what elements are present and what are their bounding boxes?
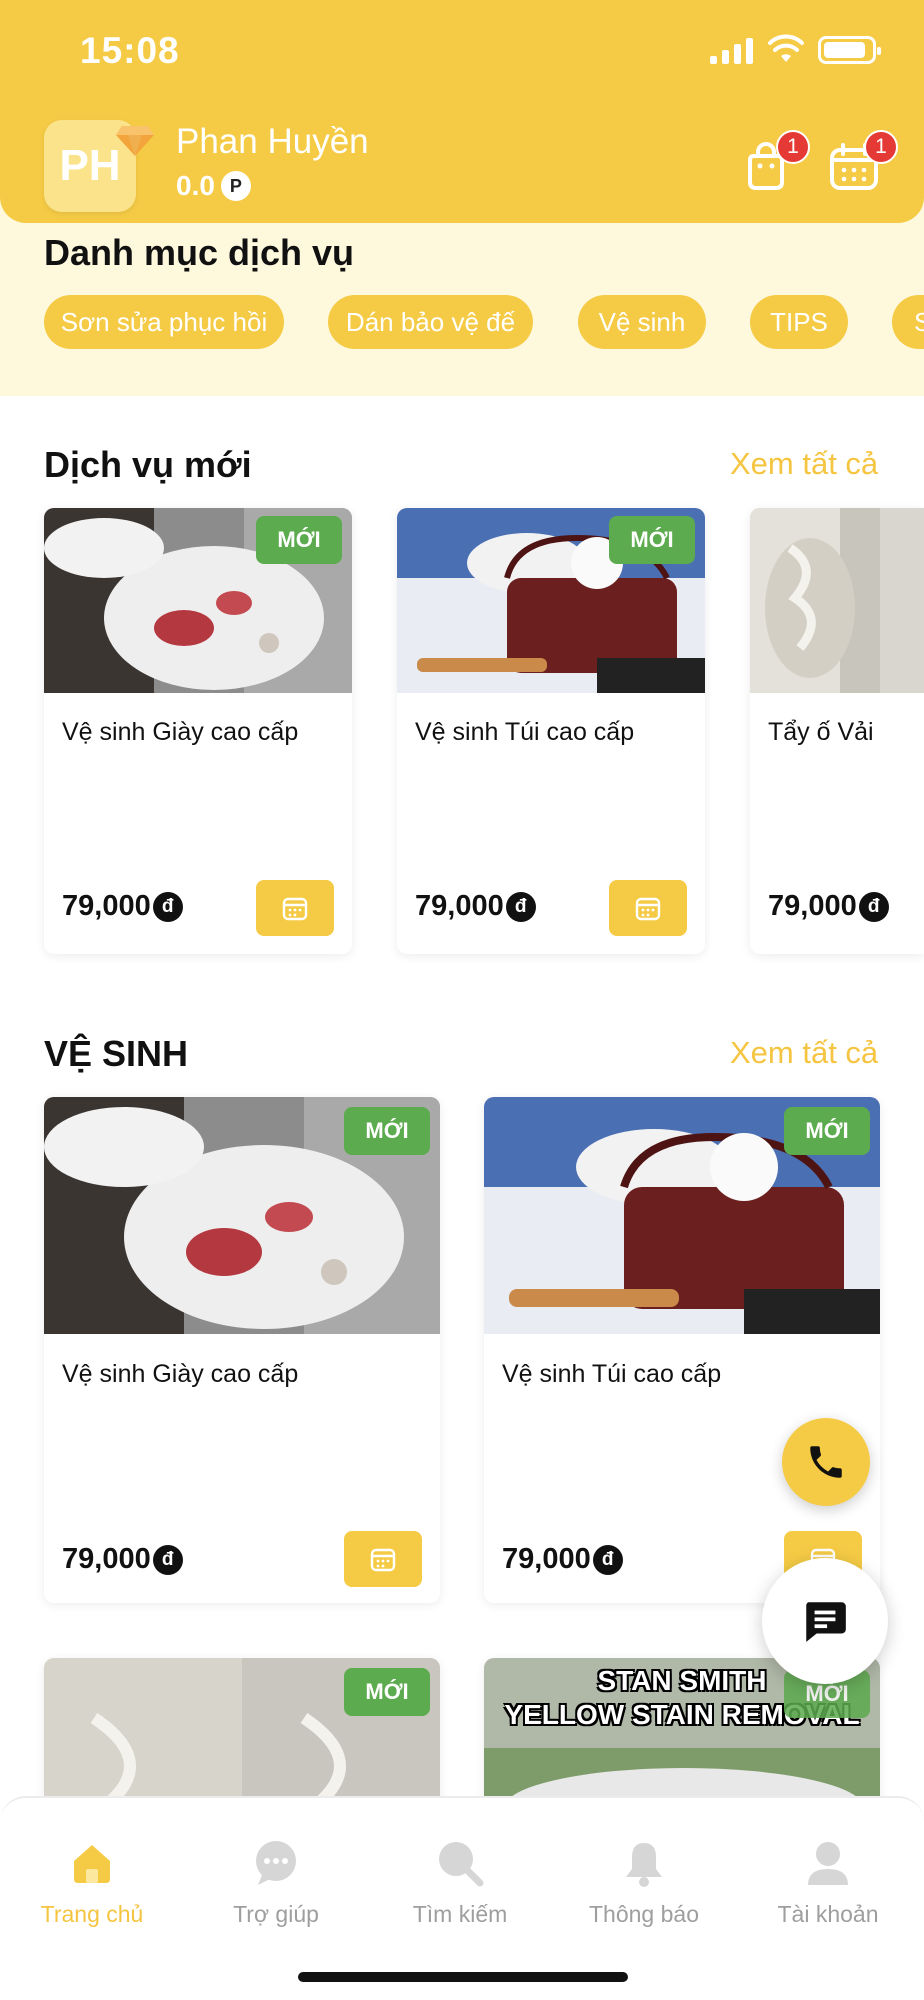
calendar-icon [635, 897, 661, 921]
message-icon [806, 1602, 846, 1642]
app-header: 15:08 PH Phan Huyền 0.0 P 1 1 [0, 0, 924, 223]
home-icon [74, 1845, 110, 1883]
price-value: 79,000 [768, 890, 857, 922]
service-name: Tẩy ố Vải [768, 718, 874, 746]
chat-button[interactable] [762, 1558, 888, 1684]
cleaning-see-all-link[interactable]: Xem tất cả [730, 1035, 878, 1071]
category-chip-cleaning[interactable]: Vệ sinh [578, 295, 706, 349]
service-price: 79,000 đ [62, 890, 183, 923]
nav-account[interactable]: Tài khoản [736, 1798, 920, 1928]
service-name: Vệ sinh Giày cao cấp [62, 718, 299, 746]
points-value: 0.0 [176, 170, 215, 201]
phone-icon [810, 1446, 842, 1478]
home-indicator [298, 1972, 628, 1982]
nav-search[interactable]: Tìm kiếm [368, 1798, 552, 1928]
call-button[interactable] [782, 1418, 870, 1506]
status-time: 15:08 [80, 30, 180, 71]
service-price: 79,000 đ [415, 890, 536, 923]
battery-icon [818, 36, 881, 64]
book-button[interactable] [609, 880, 687, 936]
search-icon [439, 1842, 484, 1887]
new-services-title: Dịch vụ mới [44, 444, 252, 485]
service-price: 79,000 đ [502, 1543, 623, 1576]
cleaning-section-title: VỆ SINH [44, 1033, 189, 1074]
book-button[interactable] [256, 880, 334, 936]
service-name: Vệ sinh Túi cao cấp [502, 1360, 722, 1388]
wifi-icon [768, 34, 804, 62]
calendar-icon [282, 897, 308, 921]
nav-label: Trợ giúp [233, 1901, 319, 1927]
service-name: Vệ sinh Túi cao cấp [415, 718, 635, 746]
new-tag: MỚI [344, 1668, 430, 1716]
currency-icon: đ [152, 1544, 183, 1575]
nav-notifications[interactable]: Thông báo [552, 1798, 736, 1928]
nav-label: Thông báo [589, 1901, 699, 1927]
category-title: Danh mục dịch vụ [44, 232, 355, 273]
nav-label: Trang chủ [40, 1901, 144, 1927]
nav-label: Tài khoản [777, 1901, 879, 1927]
new-services-see-all-link[interactable]: Xem tất cả [730, 446, 878, 482]
bell-icon [626, 1843, 662, 1887]
bottom-navigation: Trang chủ Trợ giúp Tìm kiếm Thông báo Tà… [0, 1796, 924, 2000]
points-unit-badge: P [220, 171, 251, 201]
nav-help[interactable]: Trợ giúp [184, 1798, 368, 1928]
new-tag: MỚI [609, 516, 695, 564]
new-tag: MỚI [256, 516, 342, 564]
currency-icon: đ [505, 891, 536, 922]
currency-icon: đ [592, 1544, 623, 1575]
service-card[interactable]: MỚI Vệ sinh Giày cao cấp 79,000 đ [44, 1097, 440, 1603]
service-name: Vệ sinh Giày cao cấp [62, 1360, 299, 1388]
nav-label: Tìm kiếm [412, 1901, 508, 1927]
service-card[interactable]: MỚI Vệ sinh Giày cao cấp 79,000 đ [44, 508, 352, 954]
price-value: 79,000 [502, 1543, 591, 1575]
service-card[interactable]: Tẩy ố Vải 79,000 đ [750, 508, 924, 954]
price-value: 79,000 [62, 890, 151, 922]
new-tag: MỚI [784, 1107, 870, 1155]
category-chip-sole-protect[interactable]: Dán bảo vệ đế [328, 295, 533, 349]
user-icon [808, 1842, 848, 1885]
service-price: 79,000 đ [768, 890, 889, 923]
user-name: Phan Huyền [176, 122, 369, 161]
cart-badge: 1 [776, 130, 810, 164]
calendar-icon [370, 1548, 396, 1572]
signal-icon [710, 38, 753, 64]
price-value: 79,000 [62, 1543, 151, 1575]
service-image-fabric [750, 508, 924, 693]
service-card[interactable]: MỚI Vệ sinh Túi cao cấp 79,000 đ [484, 1097, 880, 1603]
diamond-icon [116, 126, 154, 156]
book-button[interactable] [344, 1531, 422, 1587]
calendar-badge: 1 [864, 130, 898, 164]
currency-icon: đ [152, 891, 183, 922]
service-card[interactable]: MỚI Vệ sinh Túi cao cấp 79,000 đ [397, 508, 705, 954]
price-value: 79,000 [415, 890, 504, 922]
new-tag: MỚI [344, 1107, 430, 1155]
currency-icon: đ [858, 891, 889, 922]
category-chip-tips[interactable]: TIPS [750, 295, 848, 349]
user-points: 0.0 P [176, 170, 251, 202]
category-chip-restore[interactable]: Sơn sửa phục hồi [44, 295, 284, 349]
chat-bubble-icon [256, 1841, 296, 1885]
nav-home[interactable]: Trang chủ [0, 1798, 184, 1928]
service-price: 79,000 đ [62, 1543, 183, 1576]
